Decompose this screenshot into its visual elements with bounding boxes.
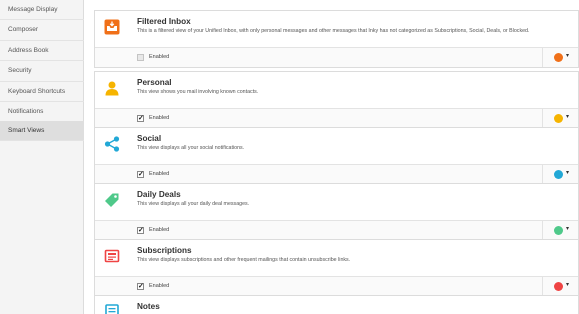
tag-icon xyxy=(105,193,119,207)
chevron-down-icon: ▾ xyxy=(566,282,570,288)
enabled-checkbox[interactable]: ✓ xyxy=(137,227,144,234)
checkmark-icon: ✓ xyxy=(138,283,144,290)
person-icon xyxy=(105,81,119,96)
chevron-down-icon: ▾ xyxy=(566,170,570,176)
chevron-down-icon: ▾ xyxy=(566,53,570,59)
enabled-label: Enabled xyxy=(149,54,170,60)
view-description: This is a filtered view of your Unified … xyxy=(137,28,530,34)
smart-view-card-personal: Personal This view shows you mail involv… xyxy=(94,71,579,129)
checkmark-icon: ✓ xyxy=(138,115,144,122)
view-description: This view displays all your social notif… xyxy=(137,145,245,151)
sidebar-item-smart-views[interactable]: Smart Views xyxy=(0,121,84,141)
enabled-label: Enabled xyxy=(149,227,170,233)
enabled-label: Enabled xyxy=(149,283,170,289)
chevron-down-icon: ▾ xyxy=(566,114,570,120)
color-picker-dropdown[interactable]: ▾ xyxy=(542,277,578,296)
sidebar-item-composer[interactable]: Composer xyxy=(0,20,84,41)
color-picker-dropdown[interactable]: ▾ xyxy=(542,109,578,128)
smart-view-card-filtered-inbox: Filtered Inbox This is a filtered view o… xyxy=(94,10,579,68)
color-picker-dropdown[interactable]: ▾ xyxy=(542,48,578,67)
enabled-label: Enabled xyxy=(149,115,170,121)
smart-view-card-subscriptions: Subscriptions This view displays subscri… xyxy=(94,239,579,297)
checkmark-icon: ✓ xyxy=(138,227,144,234)
settings-sidebar: Message Display Composer Address Book Se… xyxy=(0,0,84,314)
view-title: Filtered Inbox xyxy=(137,17,191,26)
enabled-checkbox[interactable] xyxy=(137,54,144,61)
view-title: Personal xyxy=(137,78,172,87)
sidebar-item-message-display[interactable]: Message Display xyxy=(0,0,84,21)
enabled-checkbox[interactable]: ✓ xyxy=(137,171,144,178)
sidebar-item-security[interactable]: Security xyxy=(0,61,84,82)
color-picker-dropdown[interactable]: ▾ xyxy=(542,221,578,240)
color-swatch xyxy=(554,226,563,235)
notes-icon xyxy=(105,304,119,314)
view-description: This view shows you mail involving known… xyxy=(137,89,259,95)
chevron-down-icon: ▾ xyxy=(566,226,570,232)
smart-view-card-daily-deals: Daily Deals This view displays all your … xyxy=(94,183,579,241)
inbox-icon xyxy=(104,19,120,35)
sidebar-item-notifications[interactable]: Notifications xyxy=(0,102,84,123)
color-swatch xyxy=(554,170,563,179)
view-title: Social xyxy=(137,134,162,143)
enabled-label: Enabled xyxy=(149,171,170,177)
view-description: This view displays all your daily deal m… xyxy=(137,201,250,207)
color-picker-dropdown[interactable]: ▾ xyxy=(542,165,578,184)
color-swatch xyxy=(554,53,563,62)
smart-view-card-notes: Notes xyxy=(94,295,579,314)
smart-view-card-social: Social This view displays all your socia… xyxy=(94,127,579,185)
color-swatch xyxy=(554,282,563,291)
sidebar-item-address-book[interactable]: Address Book xyxy=(0,41,84,62)
newspaper-icon xyxy=(104,249,120,263)
view-description: This view displays subscriptions and oth… xyxy=(137,257,351,263)
color-swatch xyxy=(554,114,563,123)
view-title: Daily Deals xyxy=(137,190,181,199)
share-icon xyxy=(104,136,120,152)
sidebar-item-keyboard-shortcuts[interactable]: Keyboard Shortcuts xyxy=(0,82,84,102)
enabled-checkbox[interactable]: ✓ xyxy=(137,283,144,290)
enabled-checkbox[interactable]: ✓ xyxy=(137,115,144,122)
smart-views-panel: Filtered Inbox This is a filtered view o… xyxy=(84,0,579,314)
checkmark-icon: ✓ xyxy=(138,171,144,178)
view-title: Notes xyxy=(137,302,160,311)
view-title: Subscriptions xyxy=(137,246,192,255)
